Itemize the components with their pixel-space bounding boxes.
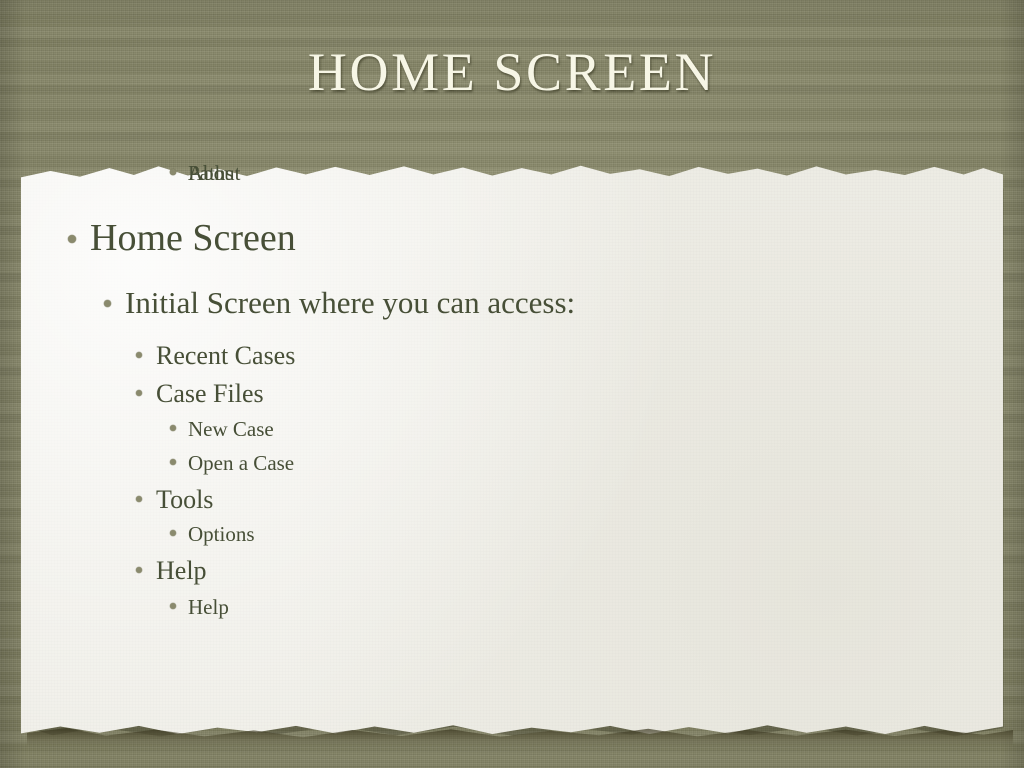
bullet-dot-icon [136, 496, 142, 502]
outline-item-help-sub[interactable]: Help [170, 594, 229, 621]
outline-label: Home Screen [90, 217, 296, 259]
outline-item-tools[interactable]: Tools [136, 484, 213, 516]
outline-item-new-case[interactable]: New Case [170, 416, 274, 443]
bullet-dot-icon [170, 425, 176, 431]
outline-item-options[interactable]: Options [170, 521, 255, 548]
outline-label: Help [188, 595, 229, 619]
bullet-dot-icon [68, 235, 76, 243]
bullet-dot-icon [136, 352, 142, 358]
outline-label: Options [188, 522, 255, 546]
slide-canvas: HOME SCREEN Home Screen Initial Screen w… [0, 0, 1024, 768]
outline-item-help[interactable]: Help [136, 555, 207, 587]
outline-label: Initial Screen where you can access: [125, 285, 576, 320]
bullet-dot-icon [136, 390, 142, 396]
outline-label: Tools [156, 485, 214, 514]
bullet-dot-icon [170, 603, 176, 609]
outline-label: Help [156, 556, 207, 585]
outline-label: About [188, 161, 241, 185]
bullet-dot-icon [104, 300, 111, 307]
outline-item-case-files[interactable]: Case Files [136, 378, 264, 410]
slide-title-bar: HOME SCREEN [0, 44, 1024, 101]
outline-label: Recent Cases [156, 341, 296, 370]
outline-item-open-a-case[interactable]: Open a Case [170, 450, 294, 477]
outline-item-home-screen[interactable]: Home Screen [68, 216, 296, 260]
outline-label: Open a Case [188, 451, 295, 475]
outline-item-recent-cases[interactable]: Recent Cases [136, 340, 295, 372]
outline-item-about[interactable]: About [170, 160, 241, 187]
bullet-dot-icon [170, 459, 176, 465]
bullet-dot-icon [170, 169, 176, 175]
page-title: HOME SCREEN [307, 42, 717, 102]
outline-item-initial-screen[interactable]: Initial Screen where you can access: [104, 284, 575, 322]
bullet-dot-icon [170, 530, 176, 536]
outline-label: Case Files [156, 379, 264, 408]
outline-content: Home Screen Initial Screen where you can… [22, 160, 1004, 744]
bullet-dot-icon [136, 567, 142, 573]
outline-label: New Case [188, 417, 274, 441]
